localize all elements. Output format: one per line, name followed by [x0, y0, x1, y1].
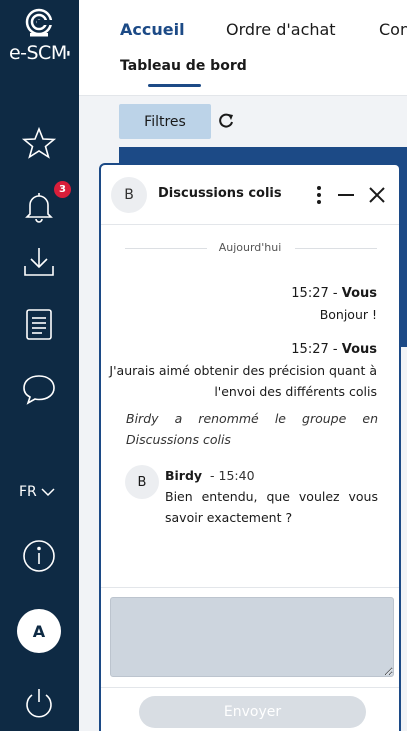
close-icon[interactable]: [365, 181, 389, 209]
message-meta: 15:27 - Vous: [291, 342, 377, 357]
chat-header: B Discussions colis: [101, 165, 399, 225]
chat-bubble-icon[interactable]: [20, 369, 58, 407]
send-button[interactable]: Envoyer: [139, 696, 366, 728]
brand-logo[interactable]: e-SCM▮: [0, 4, 79, 74]
tab-accueil[interactable]: Accueil: [120, 20, 185, 39]
message-text-line: J'aurais aimé obtenir des précision quan…: [109, 363, 377, 378]
subtab-active-indicator: [148, 84, 201, 87]
message-text-line: l'envoi des différents colis: [214, 384, 377, 399]
notifications-bell-icon[interactable]: [20, 187, 58, 225]
language-selector[interactable]: FR: [19, 484, 55, 500]
info-icon[interactable]: [20, 537, 58, 575]
notifications-count-badge: 3: [54, 181, 71, 198]
message-own: 15:27 - Vous J'aurais aimé obtenir des p…: [109, 339, 377, 402]
tab-ordre-achat[interactable]: Ordre d'achat: [226, 20, 336, 39]
chevron-down-icon: [41, 488, 55, 497]
message-meta: Birdy - 15:40: [165, 468, 255, 483]
message-input[interactable]: [110, 597, 394, 677]
brand-name: e-SCM▮: [8, 42, 71, 64]
subtab-tableau-de-bord[interactable]: Tableau de bord: [120, 58, 247, 74]
reply-author-avatar: B: [125, 465, 159, 499]
language-label: FR: [19, 484, 37, 500]
refresh-icon[interactable]: [217, 112, 235, 130]
favorites-star-icon[interactable]: [20, 124, 58, 162]
download-icon[interactable]: [20, 243, 58, 281]
chat-title: Discussions colis: [158, 186, 282, 201]
logo-icon: [25, 8, 53, 37]
top-navigation: Accueil Ordre d'achat Con Tableau de bor…: [79, 0, 407, 96]
filters-button[interactable]: Filtres: [119, 104, 211, 139]
power-logout-icon[interactable]: [20, 684, 58, 722]
day-divider-right: [295, 248, 377, 249]
message-own: 15:27 - Vous Bonjour !: [291, 283, 377, 325]
sidebar: e-SCM▮ 3 FR A: [0, 0, 79, 731]
document-icon[interactable]: [20, 305, 58, 343]
message-text: Bonjour !: [319, 307, 377, 322]
user-avatar[interactable]: A: [17, 609, 61, 653]
chat-panel: B Discussions colis Aujourd'hui 15:27 - …: [99, 163, 401, 731]
footer-separator: [101, 687, 399, 688]
chat-group-avatar: B: [111, 177, 147, 213]
system-message: Birdy a renommé le groupe en Discussions…: [126, 411, 378, 447]
message-other: Birdy - 15:40 Bien entendu, que voulez v…: [165, 465, 378, 528]
tab-con[interactable]: Con: [379, 20, 407, 39]
more-options-icon[interactable]: [307, 181, 331, 209]
input-separator: [101, 587, 399, 588]
message-text: Bien entendu, que voulez vous savoir exa…: [165, 489, 378, 525]
message-meta: 15:27 - Vous: [291, 286, 377, 301]
minimize-icon[interactable]: [334, 181, 358, 209]
